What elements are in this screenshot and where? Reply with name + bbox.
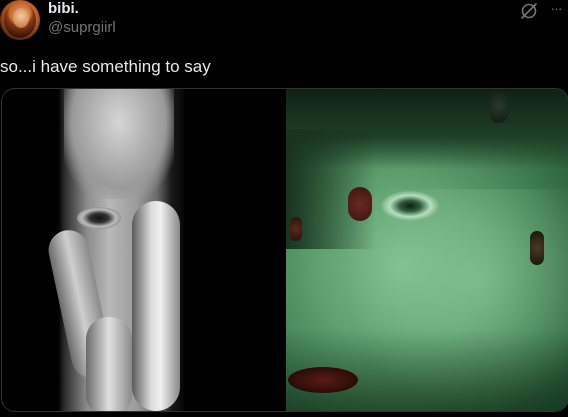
tweet: bibi. @suprgiirl ··· so...i have somethi… [0,0,568,417]
photo-left-finger [86,317,132,411]
display-name[interactable]: bibi. [48,0,79,18]
photo-right-nail [530,231,544,265]
photo-left-forehead [64,89,174,199]
photo-right-nail [348,187,372,221]
tweet-text: so...i have something to say [0,57,211,76]
photo-right-nail [490,89,508,123]
grok-icon[interactable] [520,2,538,20]
photo-left[interactable] [2,89,284,411]
photo-right-lips [288,367,358,393]
user-handle[interactable]: @suprgiirl [48,19,116,37]
photo-left-finger [132,201,180,411]
photo-left-eye [77,207,121,229]
more-options-icon[interactable]: ··· [546,0,566,18]
photo-right[interactable] [286,89,568,411]
photo-left-shadow [184,89,284,411]
photo-right-nail [290,217,302,241]
photo-right-eye [381,191,439,221]
avatar[interactable] [0,0,40,40]
tweet-media[interactable] [1,88,568,412]
avatar-face [13,8,29,28]
